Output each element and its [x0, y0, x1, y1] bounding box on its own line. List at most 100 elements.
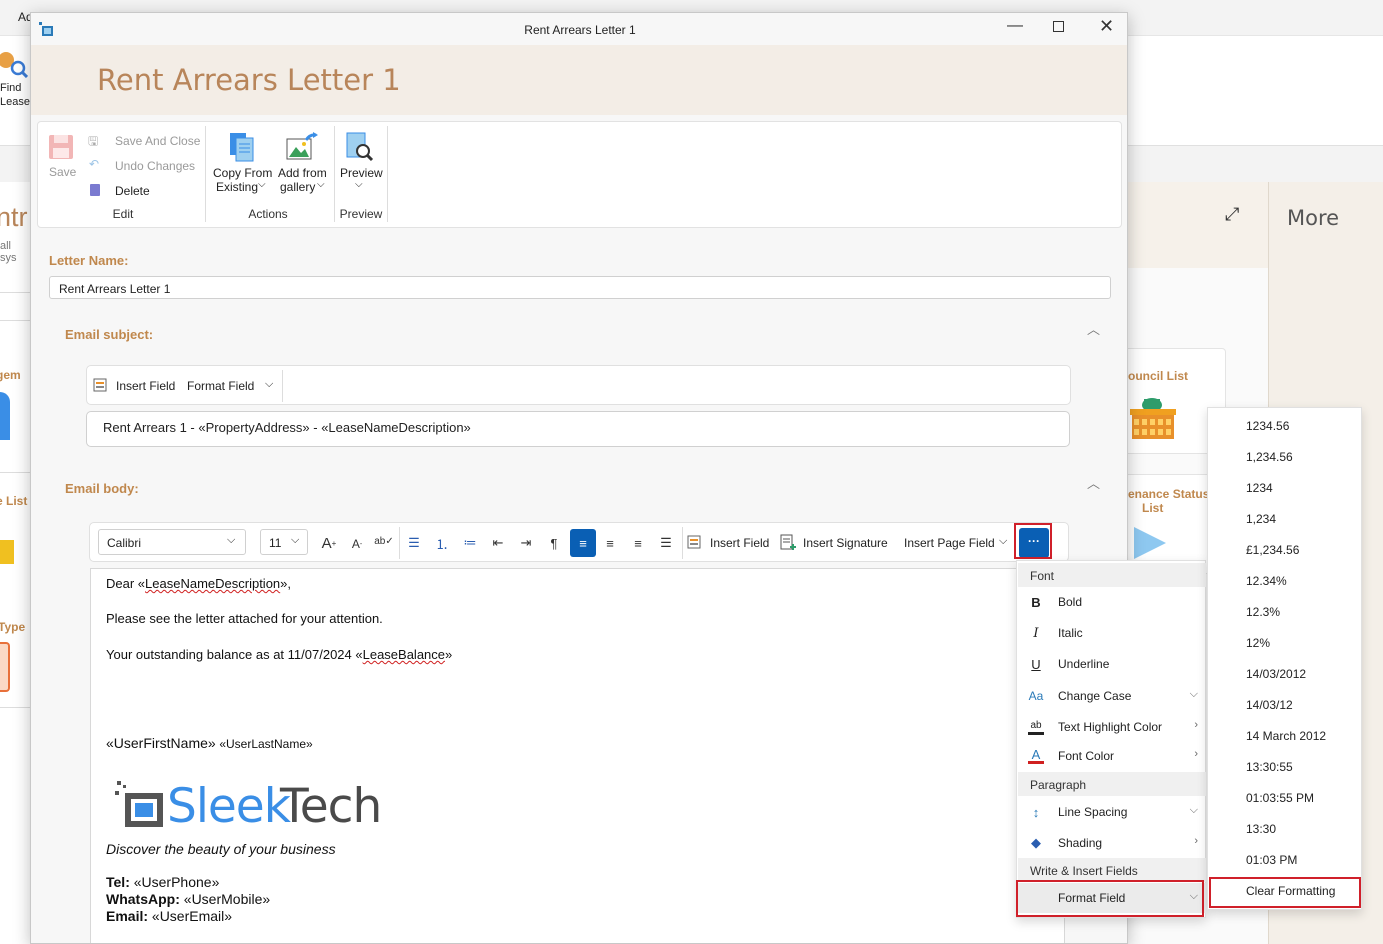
- format-option[interactable]: 14 March 2012: [1246, 729, 1326, 743]
- align-center-icon[interactable]: ≡: [600, 533, 620, 553]
- letter-name-input[interactable]: Rent Arrears Letter 1: [49, 276, 1111, 299]
- dear-field: LeaseNameDescription: [145, 576, 281, 591]
- menu-line-spacing[interactable]: ↕ Line Spacing ⌵: [1018, 797, 1206, 827]
- dear-suffix: »,: [280, 576, 291, 591]
- menu-font-color-label: Font Color: [1058, 749, 1115, 763]
- format-option[interactable]: 13:30:55: [1246, 760, 1293, 774]
- save-button[interactable]: Save: [43, 132, 79, 184]
- menu-text-highlight[interactable]: ab Text Highlight Color ›: [1018, 712, 1206, 742]
- change-case-icon: Aa: [1028, 689, 1044, 703]
- preview-button[interactable]: Preview ⌵: [338, 130, 384, 200]
- building-icon: [1130, 398, 1176, 439]
- format-option[interactable]: 01:03:55 PM: [1246, 791, 1314, 805]
- format-option[interactable]: £1,234.56: [1246, 543, 1299, 557]
- more-label[interactable]: More: [1287, 206, 1339, 230]
- insert-field-label: Insert Field: [116, 379, 176, 393]
- highlight-icon: ab: [1028, 719, 1044, 735]
- bullet-list-icon[interactable]: ☰: [404, 533, 424, 553]
- menu-shading[interactable]: ◆ Shading ›: [1018, 828, 1206, 858]
- save-close-icon: 🖫: [88, 134, 99, 148]
- copy-from-label-1: Copy From: [213, 166, 273, 180]
- delete-button[interactable]: Delete: [88, 182, 208, 200]
- insert-signature-button[interactable]: Insert Signature: [780, 533, 890, 553]
- council-list-label: ouncil List: [1128, 369, 1188, 383]
- body-editor[interactable]: Dear «LeaseNameDescription», Please see …: [90, 568, 1065, 943]
- maximize-button[interactable]: [1053, 21, 1064, 32]
- menu-bold[interactable]: B Bold: [1018, 587, 1206, 617]
- save-and-close-button[interactable]: 🖫 Save And Close: [88, 132, 208, 150]
- expand-icon[interactable]: ⤢: [1225, 204, 1239, 225]
- font-family-select[interactable]: Calibri ⌵: [98, 529, 246, 555]
- format-option[interactable]: 1,234.56: [1246, 450, 1293, 464]
- insert-signature-label: Insert Signature: [803, 536, 888, 550]
- add-from-gallery-button[interactable]: Add from gallery ⌵: [276, 130, 331, 200]
- background-card-icon: [0, 642, 10, 692]
- minimize-button[interactable]: —: [1007, 17, 1023, 35]
- menu-shading-label: Shading: [1058, 836, 1103, 850]
- menu-italic[interactable]: I Italic: [1018, 618, 1206, 648]
- subject-input[interactable]: Rent Arrears 1 - «PropertyAddress» - «Le…: [86, 411, 1070, 447]
- letter-dialog: Rent Arrears Letter 1 — ✕ Rent Arrears L…: [30, 12, 1128, 944]
- undo-changes-button[interactable]: ↶ Undo Changes: [88, 157, 208, 175]
- spell-check-icon[interactable]: ab✓: [374, 531, 394, 551]
- menu-underline[interactable]: U Underline: [1018, 649, 1206, 679]
- menu-change-case-label: Change Case: [1058, 689, 1132, 703]
- whatsapp-line: WhatsApp: «UserMobile»: [106, 891, 270, 907]
- justify-icon[interactable]: ☰: [656, 533, 676, 553]
- delete-label: Delete: [115, 184, 150, 198]
- format-option[interactable]: 01:03 PM: [1246, 853, 1297, 867]
- decrease-indent-icon[interactable]: ⇤: [488, 533, 508, 553]
- chevron-down-icon: ⌵: [258, 179, 266, 190]
- collapse-body-icon[interactable]: ︿: [1087, 473, 1100, 492]
- menu-underline-label: Underline: [1058, 657, 1110, 671]
- collapse-subject-icon[interactable]: ︿: [1087, 319, 1100, 338]
- format-option[interactable]: 1234: [1246, 481, 1273, 495]
- format-option[interactable]: 14/03/2012: [1246, 667, 1306, 681]
- dear-prefix: Dear «: [106, 576, 146, 591]
- menu-change-case[interactable]: Aa Change Case ⌵: [1018, 681, 1206, 711]
- menu-font-color[interactable]: A Font Color ›: [1018, 741, 1206, 771]
- save-label: Save: [49, 165, 77, 179]
- highlight-format-field: [1016, 880, 1204, 917]
- format-option[interactable]: 13:30: [1246, 822, 1276, 836]
- copy-from-existing-button[interactable]: Copy From Existing ⌵: [210, 130, 272, 200]
- multilevel-list-icon[interactable]: ≔: [460, 533, 480, 553]
- format-field-label: Format Field: [187, 379, 255, 393]
- save-icon: [49, 135, 73, 159]
- font-section-header: Font: [1018, 563, 1206, 587]
- font-size-value: 11: [269, 536, 282, 550]
- tel-line: Tel: «UserPhone»: [106, 874, 219, 890]
- chevron-down-icon: ⌵: [291, 534, 300, 546]
- shrink-font-icon[interactable]: A-: [348, 535, 366, 553]
- align-right-icon[interactable]: ≡: [628, 533, 648, 553]
- insert-page-field-dropdown[interactable]: Insert Page Field ⌵: [904, 533, 1014, 553]
- format-option[interactable]: 14/03/12: [1246, 698, 1293, 712]
- format-option[interactable]: 12.34%: [1246, 574, 1287, 588]
- find-lease-button[interactable]: Find Lease: [0, 46, 30, 116]
- balance-field: LeaseBalance: [362, 647, 446, 662]
- email-label: Email:: [106, 908, 149, 924]
- increase-indent-icon[interactable]: ⇥: [516, 533, 536, 553]
- format-option[interactable]: 12.3%: [1246, 605, 1280, 619]
- chevron-right-icon: ›: [1194, 719, 1198, 731]
- close-button[interactable]: ✕: [1099, 16, 1114, 37]
- menu-italic-label: Italic: [1058, 626, 1083, 640]
- subject-insert-field-button[interactable]: Insert Field: [93, 376, 181, 396]
- grow-font-icon[interactable]: A +: [320, 533, 338, 553]
- body-insert-field-button[interactable]: Insert Field: [687, 533, 772, 553]
- numbered-list-icon[interactable]: ⒈: [432, 533, 452, 553]
- actions-group-label: Actions: [248, 207, 288, 221]
- format-option[interactable]: 1,234: [1246, 512, 1276, 526]
- format-option[interactable]: 12%: [1246, 636, 1270, 650]
- align-left-button[interactable]: ≡: [570, 529, 596, 557]
- subject-format-field-dropdown[interactable]: Format Field ⌵: [187, 376, 282, 396]
- whatsapp-value: «UserMobile»: [179, 891, 271, 907]
- menu-line-spacing-label: Line Spacing: [1058, 805, 1128, 819]
- maintenance-status-label-1: enance Status: [1128, 487, 1210, 501]
- font-size-select[interactable]: 11 ⌵: [260, 529, 308, 555]
- format-option[interactable]: 1234.56: [1246, 419, 1289, 433]
- show-formatting-icon[interactable]: ¶: [544, 533, 564, 553]
- preview-group-label: Preview: [339, 207, 383, 221]
- ribbon-separator: [387, 126, 388, 222]
- maintenance-status-card[interactable]: enance Status List: [1128, 474, 1210, 574]
